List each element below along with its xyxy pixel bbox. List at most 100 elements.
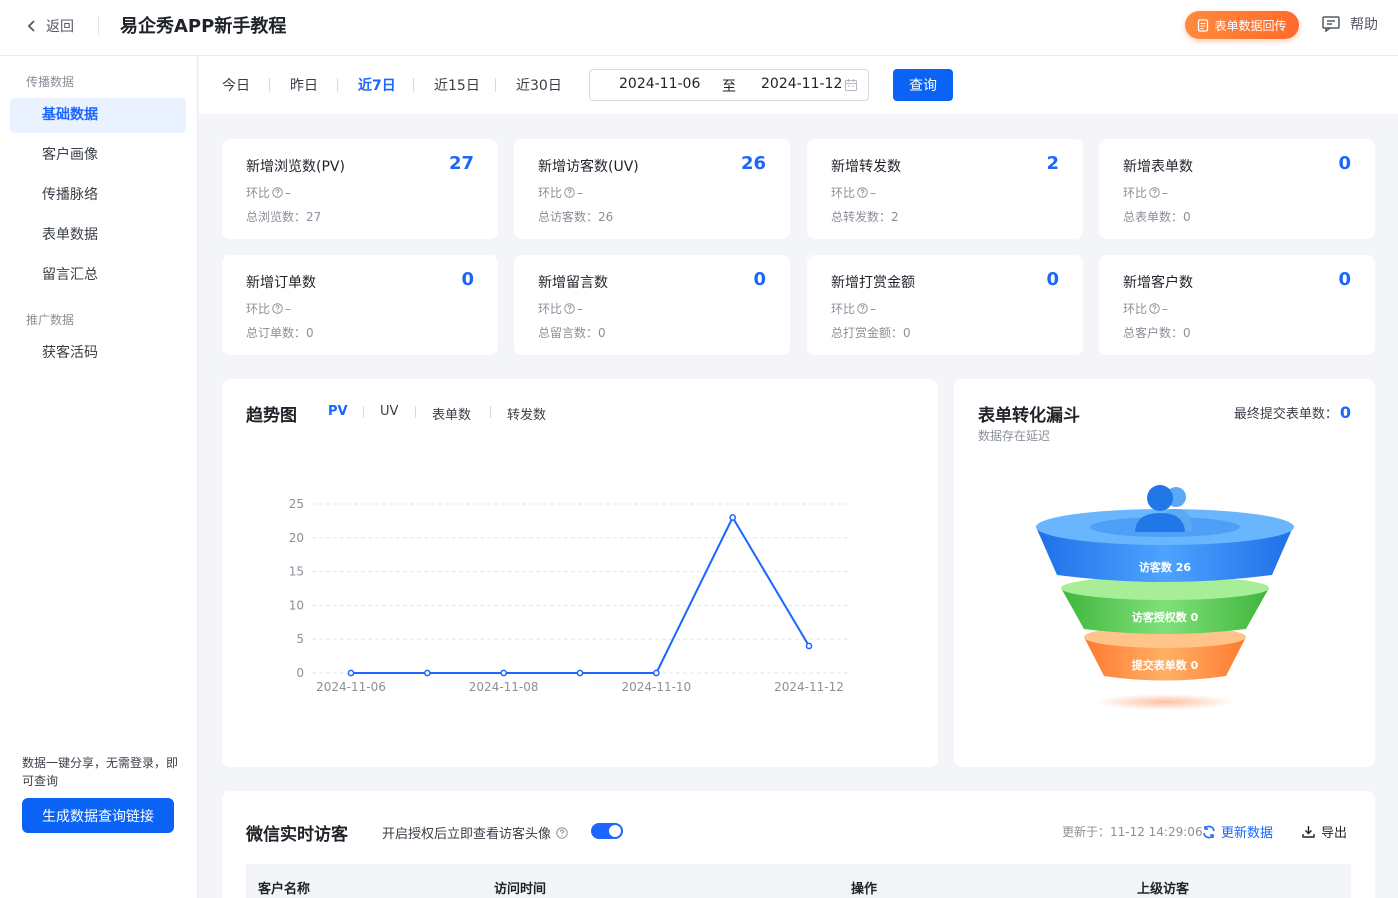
stat-title: 新增转发数 xyxy=(831,159,901,175)
form-data-return-label: 表单数据回传 xyxy=(1214,18,1287,33)
range-divider xyxy=(337,78,338,92)
stat-ratio: 环比 – xyxy=(1123,300,1168,317)
sidebar-item-form-data[interactable]: 表单数据 xyxy=(10,218,186,253)
column-parent-visitor: 上级访客 xyxy=(1137,882,1190,897)
stat-card-uv: 新增访客数(UV) 26 环比 – 总访客数：26 xyxy=(514,139,790,239)
auth-avatar-toggle[interactable] xyxy=(591,823,623,839)
range-last-7-days[interactable]: 近7日 xyxy=(358,75,396,95)
data-point[interactable] xyxy=(576,669,584,677)
funnel-label-visitors: 访客数 26 xyxy=(1139,560,1191,574)
generate-query-link-button[interactable]: 生成数据查询链接 xyxy=(22,798,174,833)
data-point[interactable] xyxy=(805,642,813,650)
calendar-icon xyxy=(845,79,857,91)
y-tick-label: 25 xyxy=(289,497,304,511)
stat-total: 总打赏金额：0 xyxy=(831,326,911,340)
funnel-label-authorized: 访客授权数 0 xyxy=(1132,610,1199,624)
question-icon[interactable] xyxy=(564,187,575,198)
question-icon[interactable] xyxy=(857,303,868,314)
sidebar-item-lead-code[interactable]: 获客活码 xyxy=(10,336,186,371)
stat-total: 总访客数：26 xyxy=(538,210,614,224)
sidebar-item-customer-profile[interactable]: 客户画像 xyxy=(10,138,186,173)
stat-value: 27 xyxy=(448,153,474,174)
stat-card-customers: 新增客户数 0 环比 – 总客户数：0 xyxy=(1099,255,1375,355)
refresh-label: 更新数据 xyxy=(1221,826,1274,841)
data-point[interactable] xyxy=(729,514,737,521)
y-tick-label: 10 xyxy=(289,598,304,612)
stat-value: 26 xyxy=(740,153,766,174)
question-icon[interactable] xyxy=(564,303,575,314)
stat-total: 总留言数：0 xyxy=(538,326,606,340)
ratio-label: 环比 xyxy=(246,186,271,200)
query-button[interactable]: 查询 xyxy=(893,69,953,101)
date-to-label: 至 xyxy=(722,79,736,95)
wechat-visitors-panel: 微信实时访客 开启授权后立即查看访客头像 更新于：11-12 14:29:06 … xyxy=(222,791,1375,898)
stat-value: 0 xyxy=(1338,153,1351,174)
stat-value: 0 xyxy=(753,269,766,290)
back-button[interactable]: 返回 xyxy=(26,14,74,38)
stat-ratio: 环比 – xyxy=(831,184,876,201)
stat-ratio: 环比 – xyxy=(246,184,291,201)
export-button[interactable]: 导出 xyxy=(1302,822,1347,841)
question-icon[interactable] xyxy=(272,303,283,314)
stat-card-messages: 新增留言数 0 环比 – 总留言数：0 xyxy=(514,255,790,355)
range-yesterday[interactable]: 昨日 xyxy=(290,75,318,95)
ratio-label: 环比 xyxy=(1123,186,1148,200)
range-last-15-days[interactable]: 近15日 xyxy=(434,75,480,95)
funnel-shadow xyxy=(1095,694,1235,710)
pv-line-chart: 0 5 10 15 20 25 2024-11-06 2024-11-08 2024-11-10… xyxy=(289,497,848,694)
question-icon[interactable] xyxy=(272,187,283,198)
help-button[interactable]: 帮助 xyxy=(1322,14,1378,34)
question-icon[interactable] xyxy=(857,187,868,198)
stat-total: 总浏览数：27 xyxy=(246,210,322,224)
x-tick-label: 2024-11-08 xyxy=(469,680,539,694)
form-data-return-button[interactable]: 表单数据回传 xyxy=(1185,11,1299,39)
data-point[interactable] xyxy=(652,669,660,677)
data-point[interactable] xyxy=(347,669,355,677)
export-label: 导出 xyxy=(1321,826,1348,841)
stat-card-shares: 新增转发数 2 环比 – 总转发数：2 xyxy=(807,139,1083,239)
ratio-value: – xyxy=(577,301,584,316)
stat-ratio: 环比 – xyxy=(1123,184,1168,201)
help-label: 帮助 xyxy=(1350,17,1378,33)
question-icon[interactable] xyxy=(1149,187,1160,198)
range-divider xyxy=(413,78,414,92)
start-date[interactable]: 2024-11-06 xyxy=(619,76,700,92)
stat-title: 新增访客数(UV) xyxy=(538,159,639,175)
chevron-left-icon xyxy=(27,20,35,32)
refresh-data-button[interactable]: 更新数据 xyxy=(1202,822,1273,841)
stat-total: 总订单数：0 xyxy=(246,326,314,340)
question-icon[interactable] xyxy=(1149,303,1160,314)
end-date[interactable]: 2024-11-12 xyxy=(761,76,842,92)
stat-card-orders: 新增订单数 0 环比 – 总订单数：0 xyxy=(222,255,498,355)
y-tick-label: 20 xyxy=(289,531,304,545)
sidebar-item-messages[interactable]: 留言汇总 xyxy=(10,258,186,293)
ratio-value: – xyxy=(870,185,877,200)
stat-value: 0 xyxy=(1338,269,1351,290)
sidebar-item-spread-path[interactable]: 传播脉络 xyxy=(10,178,186,213)
question-icon[interactable] xyxy=(556,826,568,839)
range-divider xyxy=(495,78,496,92)
range-today[interactable]: 今日 xyxy=(222,75,250,95)
ratio-label: 环比 xyxy=(1123,302,1148,316)
ratio-label: 环比 xyxy=(246,302,271,316)
download-icon xyxy=(1302,826,1315,838)
range-last-30-days[interactable]: 近30日 xyxy=(516,75,562,95)
stat-ratio: 环比 – xyxy=(538,184,583,201)
ratio-value: – xyxy=(577,185,584,200)
date-range-picker[interactable]: 2024-11-06 至 2024-11-12 xyxy=(589,69,869,101)
visitors-table-header: 客户名称 访问时间 操作 上级访客 xyxy=(246,864,1351,898)
data-point[interactable] xyxy=(500,669,508,677)
refresh-icon xyxy=(1203,825,1215,838)
y-tick-label: 0 xyxy=(296,666,304,680)
ratio-value: – xyxy=(870,301,877,316)
sidebar-item-basic-data[interactable]: 基础数据 xyxy=(10,98,186,133)
stat-title: 新增留言数 xyxy=(538,275,608,291)
stat-title: 新增浏览数(PV) xyxy=(246,159,345,175)
auth-description: 开启授权后立即查看访客头像 xyxy=(382,823,568,842)
help-chat-icon xyxy=(1322,16,1340,33)
stat-ratio: 环比 – xyxy=(246,300,291,317)
top-header: 返回 易企秀APP新手教程 表单数据回传 帮助 xyxy=(0,0,1398,56)
form-funnel-panel: 表单转化漏斗 数据存在延迟 最终提交表单数： 0 提交表单数 0 访客授权数 0… xyxy=(954,379,1375,767)
stat-card-pv: 新增浏览数(PV) 27 环比 – 总浏览数：27 xyxy=(222,139,498,239)
data-point[interactable] xyxy=(423,669,431,677)
